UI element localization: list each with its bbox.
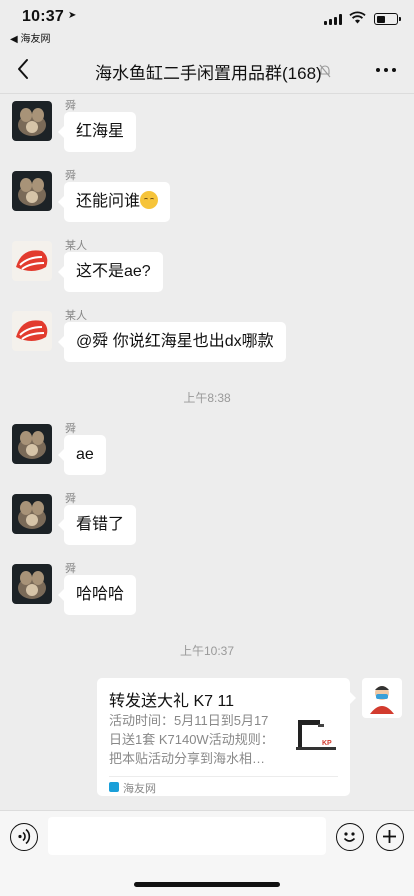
- message-bubble[interactable]: 还能问谁: [57, 182, 171, 222]
- message-input[interactable]: [48, 817, 326, 855]
- message-bubble[interactable]: 哈哈哈: [57, 575, 137, 615]
- chat-header: 海水鱼缸二手闲置用品群(168): [0, 44, 414, 94]
- back-chevron-icon[interactable]: [12, 56, 36, 82]
- card-thumbnail: KP: [294, 714, 338, 758]
- message-bubble[interactable]: 看错了: [57, 505, 137, 545]
- sender-name: 某人: [65, 310, 87, 322]
- sender-name: 某人: [65, 240, 87, 252]
- avatar[interactable]: [12, 564, 52, 604]
- self-avatar[interactable]: [362, 678, 402, 718]
- status-time: 10:37: [22, 8, 64, 25]
- card-divider: [109, 776, 338, 777]
- relieved-face-emoji-icon: [140, 191, 159, 209]
- chat-timestamp: 上午10:37: [179, 644, 235, 658]
- card-source: 海友网: [123, 783, 156, 795]
- voice-input-icon[interactable]: [10, 823, 38, 851]
- plus-icon[interactable]: [376, 823, 404, 851]
- avatar[interactable]: [12, 494, 52, 534]
- battery-icon: [374, 13, 401, 25]
- sender-name: 舜: [65, 423, 76, 435]
- status-bar: 10:37 ➤ ◀ 海友网: [0, 0, 414, 45]
- message-bubble[interactable]: @舜 你说红海星也出dx哪款: [58, 322, 286, 362]
- sender-name: 舜: [65, 493, 76, 505]
- wifi-icon: [349, 11, 366, 24]
- cellular-signal-icon: [324, 14, 342, 25]
- message-bubble[interactable]: 这不是ae?: [58, 252, 163, 292]
- message-bubble[interactable]: 红海星: [57, 112, 137, 152]
- avatar[interactable]: [12, 101, 52, 141]
- sender-name: 舜: [65, 100, 76, 112]
- thumb-logo: KP: [322, 740, 332, 747]
- avatar[interactable]: [12, 311, 52, 351]
- shared-link-card[interactable]: 转发送大礼 K7 11 活动时间：5月11日到5月17日送1套 K7140W活动…: [97, 678, 356, 796]
- back-to-app-link[interactable]: ◀ 海友网: [10, 30, 50, 45]
- group-title: 海水鱼缸二手闲置用品群(168): [95, 64, 322, 83]
- mute-bell-icon: [319, 64, 331, 78]
- message-text: 还能问谁: [76, 193, 141, 210]
- message-bubble[interactable]: ae: [58, 435, 106, 475]
- location-arrow-icon: ➤: [68, 10, 77, 21]
- avatar[interactable]: [12, 241, 52, 281]
- emoji-icon[interactable]: [336, 823, 364, 851]
- source-app-icon: [109, 782, 119, 792]
- card-description: 活动时间：5月11日到5月17日送1套 K7140W活动规则：把本贴活动分享到海…: [109, 713, 274, 766]
- chat-timestamp: 上午8:38: [183, 391, 231, 405]
- home-indicator: [134, 882, 280, 887]
- sender-name: 舜: [65, 170, 76, 182]
- card-title: 转发送大礼 K7 11: [109, 693, 235, 710]
- avatar[interactable]: [12, 424, 52, 464]
- more-options-icon[interactable]: [376, 68, 396, 72]
- avatar[interactable]: [12, 171, 52, 211]
- sender-name: 舜: [65, 563, 76, 575]
